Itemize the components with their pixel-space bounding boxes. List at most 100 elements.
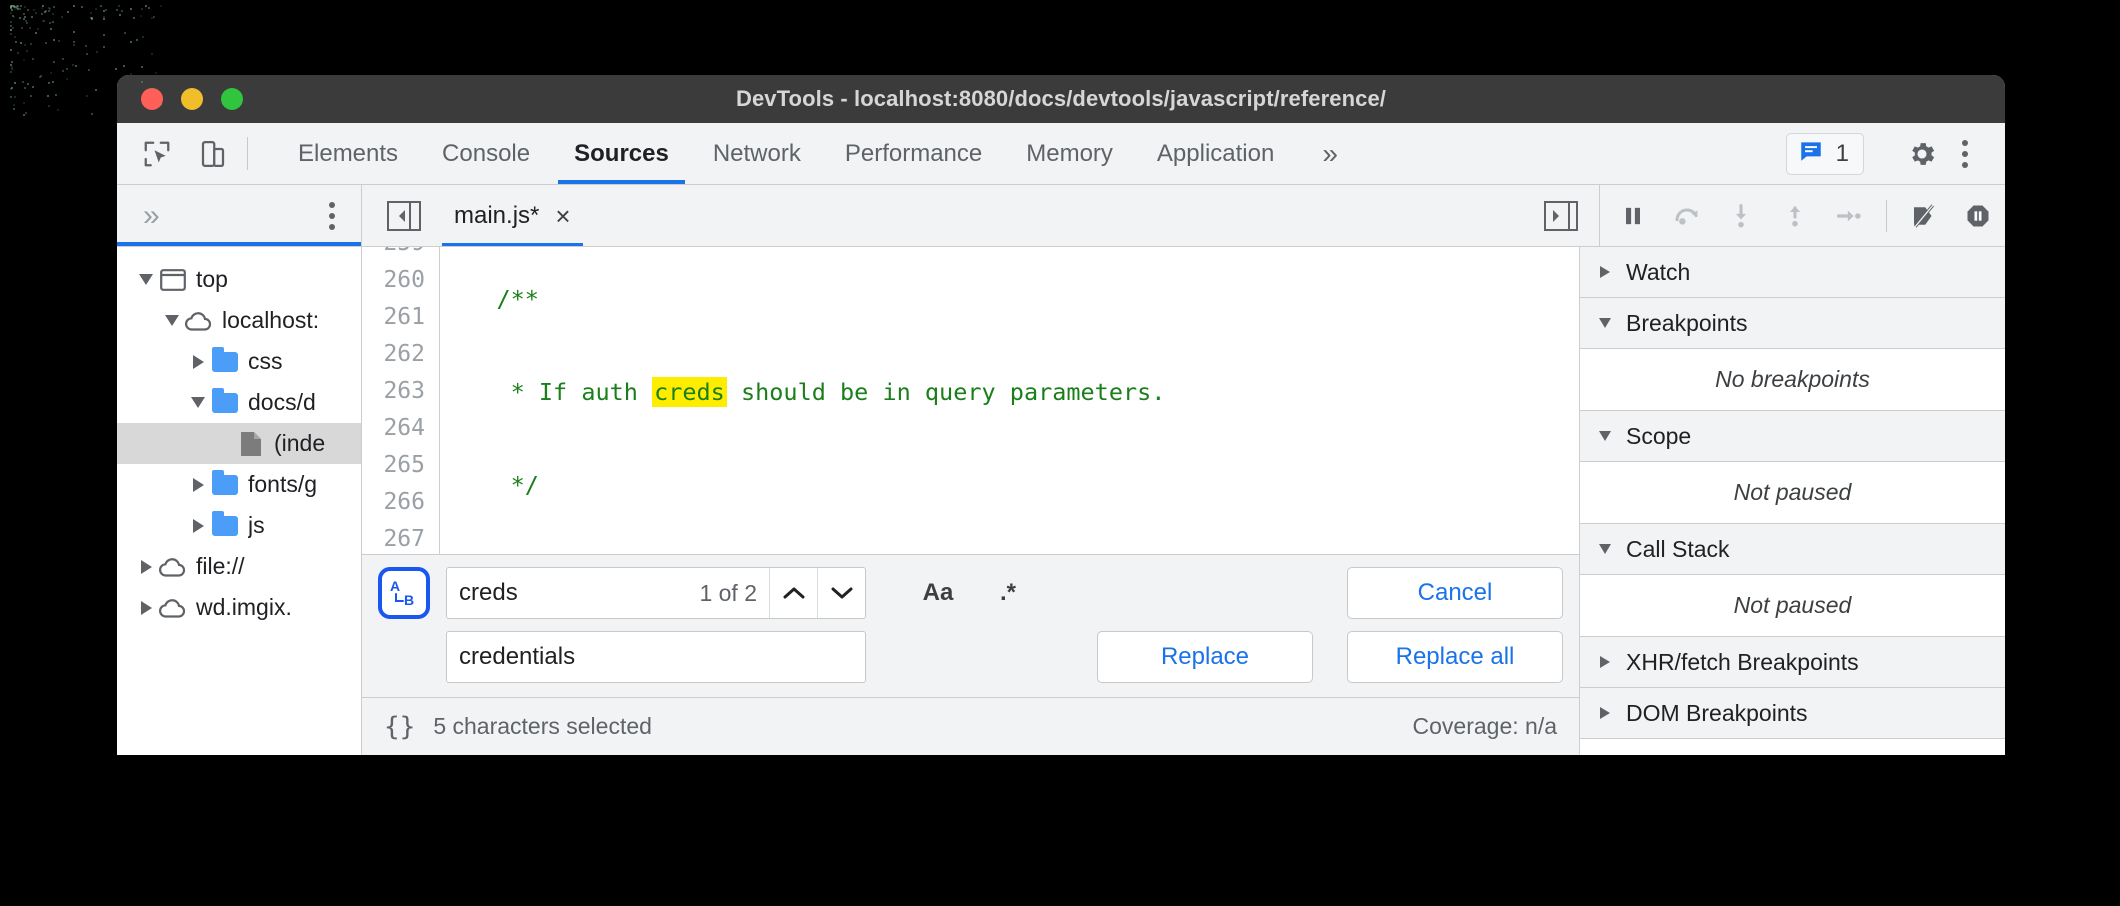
step-into-icon[interactable] <box>1714 192 1768 240</box>
chevron-down-icon[interactable] <box>135 274 157 285</box>
device-toolbar-icon[interactable] <box>193 134 233 174</box>
replace-row: Replace Replace all <box>378 631 1563 683</box>
chevron-right-icon[interactable] <box>1594 656 1616 668</box>
tab-network[interactable]: Network <box>691 123 823 184</box>
close-icon[interactable]: × <box>555 203 570 229</box>
tab-sources[interactable]: Sources <box>552 123 691 184</box>
navigator-options-kebab-icon[interactable] <box>329 202 335 230</box>
chevron-right-icon[interactable] <box>135 601 157 615</box>
chevron-right-icon[interactable] <box>1594 266 1616 278</box>
tab-performance[interactable]: Performance <box>823 123 1004 184</box>
pretty-print-icon[interactable]: {} <box>384 712 415 742</box>
step-out-icon[interactable] <box>1768 192 1822 240</box>
chevron-down-icon[interactable] <box>1594 431 1616 441</box>
background-speckle <box>14 36 16 38</box>
background-speckle <box>13 104 15 106</box>
background-speckle <box>53 6 55 8</box>
chevron-right-icon[interactable] <box>135 560 157 574</box>
tree-item-label: file:// <box>196 553 245 580</box>
background-speckle <box>10 71 12 73</box>
tree-item-docs[interactable]: docs/d <box>117 382 361 423</box>
tree-item-file-protocol[interactable]: file:// <box>117 546 361 587</box>
tree-item-localhost[interactable]: localhost: <box>117 300 361 341</box>
background-speckle <box>103 16 105 18</box>
file-tab-main-js[interactable]: main.js* × <box>450 185 575 246</box>
accordion-xhr-fetch-breakpoints[interactable]: XHR/fetch Breakpoints <box>1580 637 2005 688</box>
background-speckle <box>45 42 47 44</box>
replace-button[interactable]: Replace <box>1097 631 1313 683</box>
replace-input-wrapper[interactable] <box>446 631 866 683</box>
show-navigator-icon[interactable] <box>384 199 424 233</box>
accordion-call-stack[interactable]: Call Stack <box>1580 524 2005 575</box>
chevron-down-icon[interactable] <box>187 397 209 408</box>
chevron-right-icon[interactable] <box>187 478 209 492</box>
minimize-window-icon[interactable] <box>181 88 203 110</box>
background-speckle <box>10 12 12 14</box>
tree-item-index[interactable]: (inde <box>117 423 361 464</box>
accordion-watch[interactable]: Watch <box>1580 247 2005 298</box>
replace-ab-icon[interactable]: A B <box>378 567 430 619</box>
tree-item-top[interactable]: top <box>117 259 361 300</box>
navigator-more-tabs-icon[interactable]: » <box>143 199 160 233</box>
chevron-right-icon[interactable] <box>187 519 209 533</box>
more-tabs-chevron-icon[interactable]: » <box>1296 123 1364 184</box>
deactivate-breakpoints-icon[interactable] <box>1897 192 1951 240</box>
cloud-icon <box>183 310 215 332</box>
background-speckle <box>53 39 55 41</box>
tab-memory[interactable]: Memory <box>1004 123 1135 184</box>
kebab-menu-icon[interactable] <box>1947 133 1983 175</box>
screenshot-root: DevTools - localhost:8080/docs/devtools/… <box>0 0 2120 906</box>
tree-item-label: (inde <box>274 430 325 457</box>
replace-input[interactable] <box>447 643 865 671</box>
chevron-down-icon[interactable] <box>161 315 183 326</box>
coverage-label: Coverage: n/a <box>1413 713 1557 740</box>
find-input-wrapper[interactable]: 1 of 2 <box>446 567 866 619</box>
tab-console[interactable]: Console <box>420 123 552 184</box>
tree-item-fonts[interactable]: fonts/g <box>117 464 361 505</box>
tab-elements[interactable]: Elements <box>276 123 420 184</box>
pause-on-exceptions-icon[interactable] <box>1951 192 2005 240</box>
background-speckle <box>39 76 41 78</box>
background-speckle <box>57 109 59 111</box>
show-debugger-sidebar-icon[interactable] <box>1541 199 1581 233</box>
chevron-up-icon[interactable] <box>769 568 817 618</box>
tab-label: Sources <box>574 140 669 168</box>
maximize-window-icon[interactable] <box>221 88 243 110</box>
step-icon[interactable] <box>1822 192 1876 240</box>
tree-item-css[interactable]: css <box>117 341 361 382</box>
pause-icon[interactable] <box>1606 192 1660 240</box>
gear-icon[interactable] <box>1901 133 1943 175</box>
chevron-down-icon[interactable] <box>1594 318 1616 328</box>
step-over-icon[interactable] <box>1660 192 1714 240</box>
sources-navigator-tree[interactable]: top localhost: css docs/d <box>117 247 362 755</box>
console-messages-button[interactable]: 1 <box>1786 133 1864 175</box>
background-speckle <box>10 29 12 31</box>
tree-item-wd-imgix[interactable]: wd.imgix. <box>117 587 361 628</box>
tree-item-js[interactable]: js <box>117 505 361 546</box>
accordion-scope[interactable]: Scope <box>1580 411 2005 462</box>
background-speckle <box>30 43 32 45</box>
inspect-element-icon[interactable] <box>137 134 177 174</box>
search-input[interactable] <box>447 579 699 607</box>
replace-all-button[interactable]: Replace all <box>1347 631 1563 683</box>
chevron-down-icon[interactable] <box>817 568 865 618</box>
background-speckle <box>20 5 22 7</box>
code-editor[interactable]: 259 260 261 262 263 264 265 266 267 /** … <box>362 247 1579 554</box>
code-content[interactable]: /** * If auth creds should be in query p… <box>440 247 1579 554</box>
chevron-down-icon[interactable] <box>1594 544 1616 554</box>
background-speckle <box>24 6 26 8</box>
regex-button[interactable]: .* <box>978 569 1038 617</box>
svg-text:A: A <box>390 578 400 594</box>
cancel-button[interactable]: Cancel <box>1347 567 1563 619</box>
background-speckle <box>81 6 83 8</box>
chevron-right-icon[interactable] <box>1594 707 1616 719</box>
accordion-breakpoints[interactable]: Breakpoints <box>1580 298 2005 349</box>
accordion-dom-breakpoints[interactable]: DOM Breakpoints <box>1580 688 2005 739</box>
tab-application[interactable]: Application <box>1135 123 1296 184</box>
chevron-right-icon[interactable] <box>187 355 209 369</box>
background-speckle <box>105 9 107 11</box>
background-speckle <box>58 40 60 42</box>
editor-column: 259 260 261 262 263 264 265 266 267 /** … <box>362 247 1580 755</box>
match-case-button[interactable]: Aa <box>908 569 968 617</box>
breakpoints-empty-message: No breakpoints <box>1580 349 2005 411</box>
